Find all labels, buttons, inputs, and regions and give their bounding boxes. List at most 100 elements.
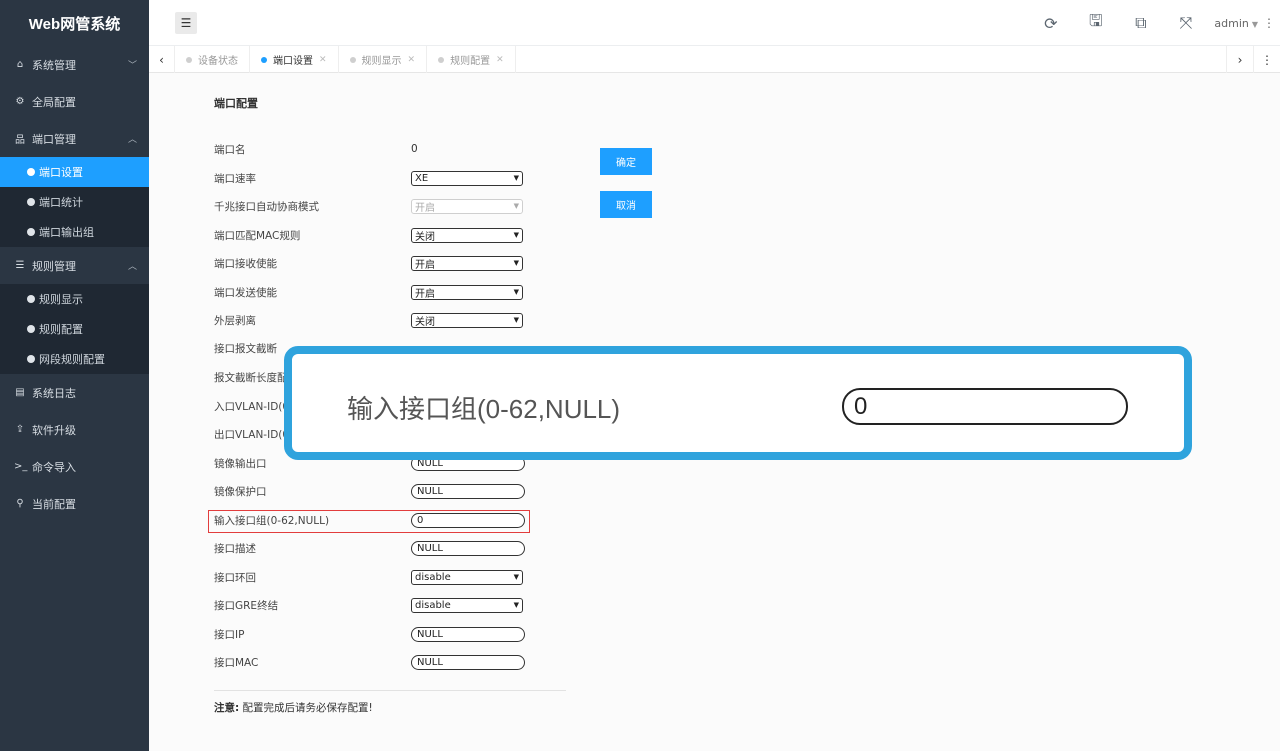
tab-label: 设备状态 <box>198 56 238 67</box>
copy-icon[interactable]: ⧉ <box>1118 13 1163 33</box>
save-note: 注意: 配置完成后请务必保存配置! <box>214 700 373 715</box>
field-label: 端口匹配MAC规则 <box>214 229 301 242</box>
sidebar-item-rule-config[interactable]: 规则配置 <box>0 314 149 344</box>
tab-label: 规则显示 <box>361 56 402 67</box>
bullet-icon <box>27 325 35 333</box>
field-outer-strip: 外层剥离 关闭 ▼ <box>214 309 534 331</box>
tab-rule-config[interactable]: 规则配置 ✕ <box>427 46 516 73</box>
sidebar-item-port-stats[interactable]: 端口统计 <box>0 187 149 217</box>
outer-strip-select[interactable]: 关闭 ▼ <box>411 312 523 328</box>
divider <box>214 690 566 691</box>
sitemap-icon: 品 <box>15 135 25 146</box>
sidebar-item-global[interactable]: ⚙ 全局配置 <box>0 83 149 120</box>
rx-enable-select[interactable]: 开启 ▼ <box>411 255 523 271</box>
cancel-button[interactable]: 取消 <box>600 191 652 218</box>
tab-dot-icon <box>438 56 445 63</box>
callout-label: 输入接口组(0-62,NULL) <box>347 394 621 424</box>
sidebar-item-label: 命令导入 <box>32 460 76 474</box>
input-group-input[interactable]: 0 <box>411 512 525 528</box>
field-label: 端口接收使能 <box>214 257 277 270</box>
tab-scroll-right-icon[interactable]: › <box>1226 46 1253 73</box>
menu-toggle-icon[interactable]: ☰ <box>175 12 197 34</box>
chevron-down-icon: ▼ <box>513 573 519 581</box>
field-input-group: 输入接口组(0-62,NULL) 0 <box>214 509 534 531</box>
close-icon[interactable]: ✕ <box>408 55 416 65</box>
chevron-down-icon: ▼ <box>513 601 519 609</box>
close-icon[interactable]: ✕ <box>496 55 504 65</box>
tab-menu-icon[interactable]: ⋮ <box>1253 46 1280 73</box>
loopback-select[interactable]: disable ▼ <box>411 569 523 585</box>
fullscreen-icon[interactable]: ⤧ <box>1163 13 1208 33</box>
field-loopback: 接口环回 disable ▼ <box>214 566 534 588</box>
sidebar-item-port-output-group[interactable]: 端口输出组 <box>0 217 149 247</box>
sidebar-item-label: 规则配置 <box>39 323 83 336</box>
chevron-up-icon: ︿ <box>127 135 137 145</box>
field-label: 接口IP <box>214 628 245 641</box>
field-rx-enable: 端口接收使能 开启 ▼ <box>214 252 534 274</box>
mac-input[interactable]: NULL <box>411 654 525 670</box>
autoneg-select: 开启 ▼ <box>411 198 523 214</box>
note-text: 配置完成后请务必保存配置! <box>242 702 373 714</box>
field-label: 输入接口组(0-62,NULL) <box>214 514 330 527</box>
sidebar-item-system[interactable]: ⌂ 系统管理 ﹀ <box>0 46 149 83</box>
port-speed-select[interactable]: XE ▼ <box>411 170 523 186</box>
chevron-down-icon: ▼ <box>513 231 519 239</box>
sidebar-item-subnet-rule-config[interactable]: 网段规则配置 <box>0 344 149 374</box>
field-label: 端口发送使能 <box>214 286 277 299</box>
sidebar-item-rule-display[interactable]: 规则显示 <box>0 284 149 314</box>
sidebar: Web网管系统 ⌂ 系统管理 ﹀ ⚙ 全局配置 品 端口管理 ︿ 端口设置 端口… <box>0 0 149 751</box>
select-value: XE <box>415 172 429 184</box>
field-label: 接口GRE终结 <box>214 599 279 612</box>
chevron-down-icon: ▼ <box>513 288 519 296</box>
field-label: 千兆接口自动协商模式 <box>214 200 319 213</box>
ip-input[interactable]: NULL <box>411 626 525 642</box>
mirror-protect-input[interactable]: NULL <box>411 483 525 499</box>
field-label: 接口环回 <box>214 571 256 584</box>
sidebar-item-label: 系统日志 <box>32 386 76 400</box>
tab-rule-display[interactable]: 规则显示 ✕ <box>339 46 428 73</box>
tab-scroll-left-icon[interactable]: ‹ <box>149 46 175 73</box>
home-icon: ⌂ <box>16 59 24 70</box>
gre-select[interactable]: disable ▼ <box>411 597 523 613</box>
field-tx-enable: 端口发送使能 开启 ▼ <box>214 281 534 303</box>
mac-rule-select[interactable]: 关闭 ▼ <box>411 227 523 243</box>
chevron-up-icon: ︿ <box>127 262 137 272</box>
tab-device-status[interactable]: 设备状态 <box>175 46 250 73</box>
sidebar-item-port[interactable]: 品 端口管理 ︿ <box>0 120 149 157</box>
sidebar-item-upgrade[interactable]: ⇪ 软件升级 <box>0 411 149 448</box>
callout-input: 0 <box>842 388 1128 425</box>
sidebar-item-rules[interactable]: ☰ 规则管理 ︿ <box>0 247 149 284</box>
field-value: 0 <box>411 143 418 155</box>
refresh-icon[interactable]: ⟳ <box>1028 14 1073 33</box>
tab-port-settings[interactable]: 端口设置 ✕ <box>250 46 339 73</box>
field-description: 接口描述 NULL <box>214 537 534 559</box>
sidebar-item-label: 全局配置 <box>32 95 76 109</box>
more-icon[interactable]: ⋮ <box>1258 16 1280 30</box>
tab-dot-icon <box>349 56 356 63</box>
description-input[interactable]: NULL <box>411 540 525 556</box>
gears-icon: ⚙ <box>15 96 25 107</box>
top-header: ☰ ⟳ 🖫 ⧉ ⤧ admin ▼ ⋮ <box>149 0 1280 46</box>
user-menu[interactable]: admin ▼ <box>1214 17 1258 30</box>
sidebar-item-cmd-import[interactable]: >_ 命令导入 <box>0 448 149 485</box>
chevron-down-icon: ▼ <box>513 202 519 210</box>
field-label: 端口速率 <box>214 172 256 185</box>
confirm-button[interactable]: 确定 <box>600 148 652 175</box>
chevron-down-icon: ▼ <box>513 174 519 182</box>
field-label: 接口描述 <box>214 542 256 555</box>
sidebar-item-label: 端口统计 <box>39 196 83 209</box>
sidebar-item-label: 当前配置 <box>32 497 76 511</box>
app-brand: Web网管系统 <box>28 15 121 33</box>
save-icon[interactable]: 🖫 <box>1073 10 1118 37</box>
sidebar-item-port-settings[interactable]: 端口设置 <box>0 157 149 187</box>
tx-enable-select[interactable]: 开启 ▼ <box>411 284 523 300</box>
field-ip: 接口IP NULL <box>214 623 534 645</box>
sidebar-item-syslog[interactable]: ▤ 系统日志 <box>0 374 149 411</box>
field-autoneg: 千兆接口自动协商模式 开启 ▼ <box>214 195 534 217</box>
field-mac: 接口MAC NULL <box>214 651 534 673</box>
sidebar-item-current-config[interactable]: ⚲ 当前配置 <box>0 485 149 522</box>
user-name: admin <box>1214 16 1249 30</box>
field-label: 端口名 <box>214 143 246 156</box>
sidebar-item-label: 软件升级 <box>32 423 76 437</box>
close-icon[interactable]: ✕ <box>319 55 327 65</box>
